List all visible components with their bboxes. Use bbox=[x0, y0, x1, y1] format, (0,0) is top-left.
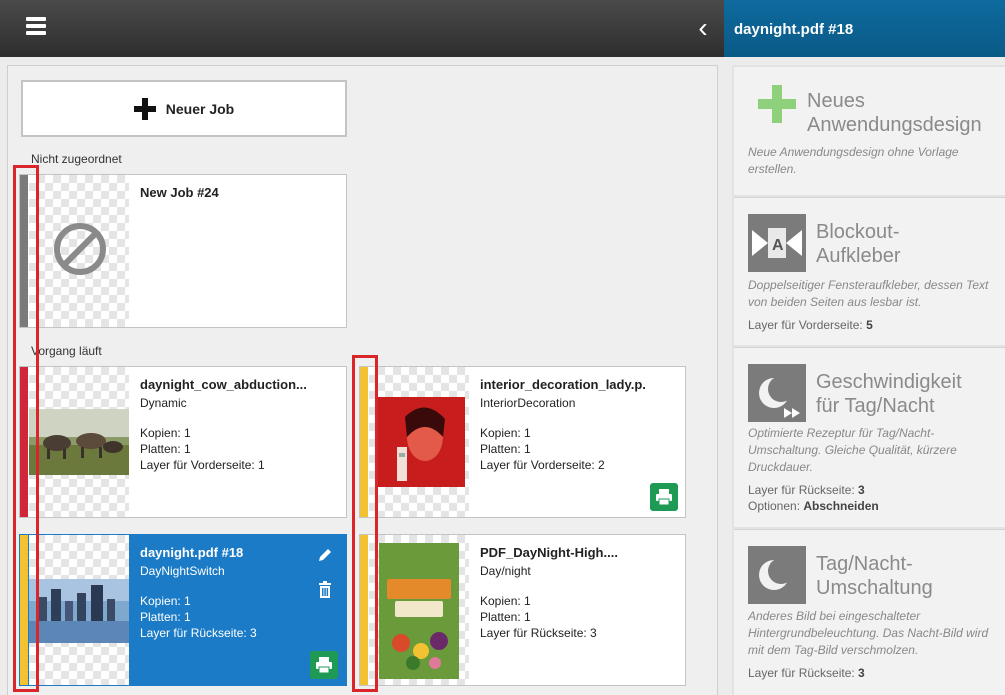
title-line-2: Aufkleber bbox=[816, 245, 901, 267]
day-night-switch-icon bbox=[748, 546, 806, 604]
document-header: daynight.pdf #18 bbox=[724, 0, 1005, 57]
document-title: daynight.pdf #18 bbox=[734, 21, 854, 38]
plus-icon bbox=[133, 97, 156, 120]
trash-icon[interactable] bbox=[318, 581, 332, 599]
print-button[interactable] bbox=[310, 651, 338, 679]
layer-label: Layer für Rückseite: bbox=[748, 666, 859, 680]
job-thumbnail bbox=[369, 367, 469, 517]
job-plates: Platten: 1 bbox=[140, 610, 191, 624]
menu-icon[interactable] bbox=[26, 17, 46, 35]
job-type: Day/night bbox=[480, 564, 531, 578]
job-copies: Kopien: 1 bbox=[480, 426, 531, 440]
no-preview-icon bbox=[54, 223, 106, 275]
job-card-daynight-selected[interactable]: daynight.pdf #18 DayNightSwitch Kopien: … bbox=[19, 534, 347, 686]
title-line-1: Blockout- bbox=[816, 221, 900, 243]
job-layers: Layer für Vorderseite: 2 bbox=[480, 458, 605, 472]
options-label: Optionen: bbox=[748, 499, 804, 513]
title-line-2: für Tag/Nacht bbox=[816, 395, 935, 417]
job-plates: Platten: 1 bbox=[480, 442, 531, 456]
title-line-2: Anwendungsdesign bbox=[807, 114, 982, 136]
template-title: Geschwindigkeit für Tag/Nacht bbox=[816, 370, 962, 418]
template-options-info: Optionen: Abschneiden bbox=[748, 498, 879, 514]
job-copies: Kopien: 1 bbox=[140, 594, 191, 608]
print-button[interactable] bbox=[650, 483, 678, 511]
printer-icon bbox=[316, 657, 332, 674]
job-thumbnail bbox=[29, 535, 129, 685]
template-description: Neue Anwendungsdesign ohne Vorlage erste… bbox=[748, 145, 959, 176]
title-line-1: Geschwindigkeit bbox=[816, 371, 962, 393]
blockout-sticker-icon: A bbox=[748, 214, 806, 272]
job-name: daynight_cow_abduction.... bbox=[140, 377, 306, 392]
layer-value: 3 bbox=[858, 483, 865, 497]
new-job-button[interactable]: Neuer Job bbox=[21, 80, 347, 137]
layer-label: Layer für Rückseite: bbox=[748, 483, 859, 497]
template-title: Tag/Nacht- Umschaltung bbox=[816, 552, 933, 600]
job-thumbnail bbox=[29, 175, 129, 327]
job-card-interior-lady[interactable]: interior_decoration_lady.p... InteriorDe… bbox=[359, 366, 686, 518]
template-description: Optimierte Rezeptur für Tag/Nacht-Umscha… bbox=[748, 426, 957, 474]
template-daynight-switch[interactable]: Tag/Nacht- Umschaltung Anderes Bild bei … bbox=[734, 529, 1005, 695]
title-line-1: Neues bbox=[807, 90, 865, 112]
job-type: Dynamic bbox=[140, 396, 187, 410]
job-card-cow-abduction[interactable]: daynight_cow_abduction.... Dynamic Kopie… bbox=[19, 366, 347, 518]
edit-pencil-icon[interactable] bbox=[317, 547, 333, 563]
title-line-1: Tag/Nacht- bbox=[816, 553, 913, 575]
highlight-box-right-stripes bbox=[352, 355, 378, 692]
job-card-new-job-24[interactable]: New Job #24 bbox=[19, 174, 347, 328]
svg-text:A: A bbox=[772, 237, 784, 254]
printer-icon bbox=[656, 489, 672, 506]
vegan-menu-photo bbox=[379, 543, 459, 679]
plus-green-icon bbox=[758, 85, 796, 123]
job-card-pdf-daynight[interactable]: PDF_DayNight-High.... Day/night Kopien: … bbox=[359, 534, 686, 686]
lady-photo bbox=[377, 397, 465, 487]
job-name: interior_decoration_lady.p... bbox=[480, 377, 645, 392]
job-plates: Platten: 1 bbox=[480, 610, 531, 624]
template-layer-info: Layer für Vorderseite: 5 bbox=[748, 317, 873, 333]
section-unassigned: Nicht zugeordnet bbox=[31, 152, 122, 166]
highlight-box-left-stripes bbox=[13, 165, 39, 692]
options-value: Abschneiden bbox=[803, 499, 879, 513]
job-layers: Layer für Rückseite: 3 bbox=[480, 626, 597, 640]
template-layer-info: Layer für Rückseite: 3 bbox=[748, 665, 865, 681]
layer-value: 5 bbox=[866, 318, 873, 332]
top-toolbar: ‹ bbox=[0, 0, 724, 57]
city-photo bbox=[29, 579, 129, 643]
template-title: Blockout- Aufkleber bbox=[816, 220, 901, 268]
job-copies: Kopien: 1 bbox=[140, 426, 191, 440]
template-layer-info: Layer für Rückseite: 3 bbox=[748, 482, 865, 498]
template-description: Anderes Bild bei eingeschalteter Hinterg… bbox=[748, 609, 989, 657]
back-chevron-icon[interactable]: ‹ bbox=[692, 14, 714, 42]
job-name: PDF_DayNight-High.... bbox=[480, 545, 618, 560]
job-type: DayNightSwitch bbox=[140, 564, 225, 578]
job-name: New Job #24 bbox=[140, 185, 219, 200]
job-type: InteriorDecoration bbox=[480, 396, 576, 410]
template-daynight-speed[interactable]: Geschwindigkeit für Tag/Nacht Optimierte… bbox=[734, 347, 1005, 527]
job-copies: Kopien: 1 bbox=[480, 594, 531, 608]
job-thumbnail bbox=[29, 367, 129, 517]
cow-photo bbox=[29, 409, 129, 475]
template-new-design[interactable]: Neues Anwendungsdesign Neue Anwendungsde… bbox=[734, 67, 1005, 195]
template-blockout-sticker[interactable]: A Blockout- Aufkleber Doppelseitiger Fen… bbox=[734, 197, 1005, 345]
job-name: daynight.pdf #18 bbox=[140, 545, 244, 560]
layer-label: Layer für Vorderseite: bbox=[748, 318, 867, 332]
job-layers: Layer für Rückseite: 3 bbox=[140, 626, 257, 640]
title-line-2: Umschaltung bbox=[816, 577, 933, 599]
job-plates: Platten: 1 bbox=[140, 442, 191, 456]
section-running: Vorgang läuft bbox=[31, 344, 102, 358]
job-layers: Layer für Vorderseite: 1 bbox=[140, 458, 265, 472]
job-thumbnail bbox=[369, 535, 469, 685]
new-job-label: Neuer Job bbox=[165, 100, 235, 117]
template-description: Doppelseitiger Fensteraufkleber, dessen … bbox=[748, 278, 989, 309]
day-night-speed-icon bbox=[748, 364, 806, 422]
template-title: Neues Anwendungsdesign bbox=[807, 89, 982, 137]
layer-value: 3 bbox=[858, 666, 865, 680]
